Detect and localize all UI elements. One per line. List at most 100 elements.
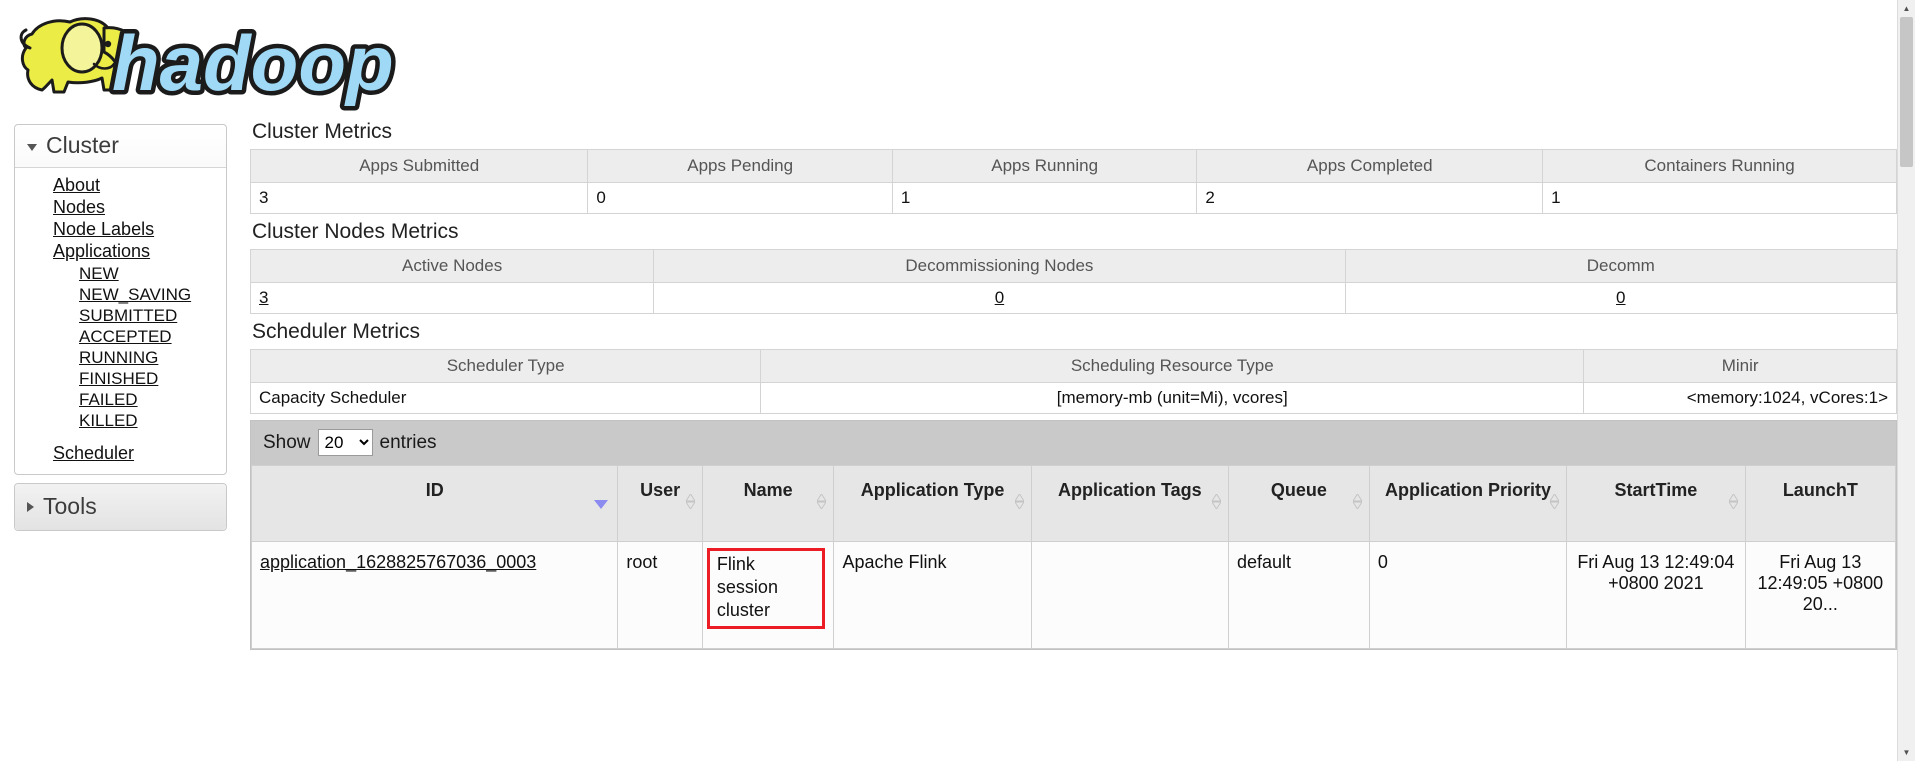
column-header-apps-pending[interactable]: Apps Pending [587, 149, 893, 183]
value-decommissioning-nodes: 0 [653, 282, 1346, 314]
scroll-down-icon[interactable]: ▼ [1898, 744, 1915, 761]
value-active-nodes: 3 [249, 282, 655, 314]
sidebar-item-state-accepted[interactable]: ACCEPTED [15, 326, 226, 347]
sort-none-icon [1550, 494, 1560, 509]
sidebar-cluster-toggle[interactable]: Cluster [15, 125, 226, 168]
column-header-launchtime[interactable]: LaunchT [1744, 465, 1897, 542]
page-size-select[interactable]: 20 50 100 [317, 429, 373, 456]
column-header-containers-running[interactable]: Containers Running [1542, 149, 1897, 183]
sidebar-cluster-title: Cluster [46, 132, 119, 158]
sidebar-item-state-new-saving[interactable]: NEW_SAVING [15, 284, 226, 305]
column-header-apps-completed[interactable]: Apps Completed [1196, 149, 1544, 183]
column-header-name[interactable]: Name [701, 465, 835, 542]
sidebar-item-applications[interactable]: Applications [15, 240, 226, 262]
cell-application-priority: 0 [1368, 541, 1568, 649]
triangle-right-icon [27, 501, 34, 512]
table-header-row: Scheduler Type Scheduling Resource Type … [249, 349, 1897, 383]
sort-none-icon [1728, 494, 1738, 509]
cell-application-tags [1030, 541, 1229, 649]
decommissioning-nodes-link[interactable]: 0 [995, 288, 1004, 307]
table-row: Capacity Scheduler [memory-mb (unit=Mi),… [249, 382, 1897, 414]
sidebar-panel-tools: Tools [14, 483, 227, 532]
value-scheduler-type: Capacity Scheduler [249, 382, 762, 414]
value-apps-submitted: 3 [249, 182, 589, 214]
hadoop-logo[interactable]: hadoop hadoop [8, 4, 398, 112]
cell-launchtime: Fri Aug 13 12:49:05 +0800 20... [1744, 541, 1897, 649]
vertical-scrollbar[interactable]: ▲ ▼ [1897, 0, 1915, 761]
main-content: Cluster Metrics Apps Submitted Apps Pend… [249, 120, 1898, 650]
sidebar-item-state-submitted[interactable]: SUBMITTED [15, 305, 226, 326]
scrollbar-thumb[interactable] [1900, 17, 1913, 167]
column-header-application-tags[interactable]: Application Tags [1030, 465, 1229, 542]
table-row[interactable]: application_1628825767036_0003 root Flin… [250, 541, 1897, 649]
value-apps-running: 1 [891, 182, 1198, 214]
column-header-starttime[interactable]: StartTime [1566, 465, 1746, 542]
cluster-metrics-title: Cluster Metrics [252, 120, 393, 143]
column-header-application-type[interactable]: Application Type [833, 465, 1032, 542]
highlight-box-application-name: Flink session cluster [706, 548, 826, 630]
sort-none-icon [1211, 494, 1221, 509]
value-scheduling-resource-type: [memory-mb (unit=Mi), vcores] [760, 382, 1585, 414]
column-header-scheduling-resource-type[interactable]: Scheduling Resource Type [760, 349, 1585, 383]
svg-text:hadoop: hadoop [112, 19, 394, 107]
sidebar-panel-cluster: Cluster About Nodes Node Labels Applicat… [14, 124, 227, 476]
sidebar-item-state-new[interactable]: NEW [15, 263, 226, 284]
cluster-nodes-metrics-title: Cluster Nodes Metrics [252, 220, 459, 243]
column-header-apps-submitted[interactable]: Apps Submitted [249, 149, 589, 183]
sidebar-item-node-labels[interactable]: Node Labels [15, 218, 226, 240]
applications-table: ID User Name Application Type Applicatio… [250, 465, 1897, 649]
cell-application-id: application_1628825767036_0003 [250, 541, 619, 649]
sidebar-item-scheduler[interactable]: Scheduler [15, 442, 226, 464]
sort-descending-icon [594, 500, 609, 509]
cell-application-type: Apache Flink [833, 541, 1032, 649]
table-header-row: Apps Submitted Apps Pending Apps Running… [249, 149, 1897, 183]
column-header-active-nodes[interactable]: Active Nodes [249, 249, 655, 283]
cluster-nodes-metrics-table: Active Nodes Decommissioning Nodes Decom… [249, 249, 1898, 314]
applications-section: Show 20 50 100 entries ID [250, 420, 1897, 650]
sidebar-item-nodes[interactable]: Nodes [15, 196, 226, 218]
application-id-link[interactable]: application_1628825767036_0003 [260, 552, 536, 572]
entries-label: entries [379, 431, 437, 453]
column-header-decommissioned-nodes[interactable]: Decomm [1344, 249, 1898, 283]
table-header-row: Active Nodes Decommissioning Nodes Decom… [249, 249, 1898, 283]
sidebar-item-state-running[interactable]: RUNNING [15, 347, 226, 368]
applications-toolbar: Show 20 50 100 entries [251, 421, 1896, 465]
table-row: 3 0 0 [249, 282, 1898, 314]
sort-none-icon [685, 494, 695, 509]
value-decommissioned-nodes: 0 [1344, 282, 1898, 314]
scroll-up-icon[interactable]: ▲ [1898, 0, 1915, 17]
column-header-scheduler-type[interactable]: Scheduler Type [249, 349, 762, 383]
show-entries-label: Show [263, 431, 311, 453]
value-apps-completed: 2 [1196, 182, 1544, 214]
sort-none-icon [817, 494, 827, 509]
cell-name: Flink session cluster [701, 541, 835, 649]
column-header-application-priority[interactable]: Application Priority [1368, 465, 1568, 542]
sidebar: Cluster About Nodes Node Labels Applicat… [14, 124, 227, 539]
sidebar-tools-toggle[interactable]: Tools [15, 484, 226, 531]
column-header-apps-running[interactable]: Apps Running [891, 149, 1198, 183]
hadoop-elephant-logo: hadoop hadoop [19, 15, 398, 112]
cell-starttime: Fri Aug 13 12:49:04 +0800 2021 [1566, 541, 1746, 649]
column-header-user[interactable]: User [617, 465, 703, 542]
sidebar-item-state-killed[interactable]: KILLED [15, 410, 226, 431]
column-header-decommissioning-nodes[interactable]: Decommissioning Nodes [653, 249, 1346, 283]
sidebar-cluster-body: About Nodes Node Labels Applications NEW… [15, 168, 226, 474]
sidebar-tools-title: Tools [43, 493, 97, 520]
sort-none-icon [1352, 494, 1362, 509]
sidebar-item-state-finished[interactable]: FINISHED [15, 368, 226, 389]
sidebar-item-about[interactable]: About [15, 174, 226, 196]
value-apps-pending: 0 [587, 182, 893, 214]
table-row: 3 0 1 2 1 [249, 182, 1897, 214]
column-header-minimum-allocation[interactable]: Minir [1583, 349, 1897, 383]
column-header-id[interactable]: ID [250, 465, 619, 542]
cluster-metrics-table: Apps Submitted Apps Pending Apps Running… [249, 149, 1897, 214]
scheduler-metrics-title: Scheduler Metrics [252, 320, 421, 343]
decommissioned-nodes-link[interactable]: 0 [1616, 288, 1625, 307]
table-header-row: ID User Name Application Type Applicatio… [250, 465, 1897, 542]
active-nodes-link[interactable]: 3 [259, 288, 268, 307]
sort-none-icon [1014, 494, 1024, 509]
scheduler-metrics-table: Scheduler Type Scheduling Resource Type … [249, 349, 1897, 414]
sidebar-item-state-failed[interactable]: FAILED [15, 389, 226, 410]
cell-user: root [617, 541, 703, 649]
column-header-queue[interactable]: Queue [1227, 465, 1370, 542]
